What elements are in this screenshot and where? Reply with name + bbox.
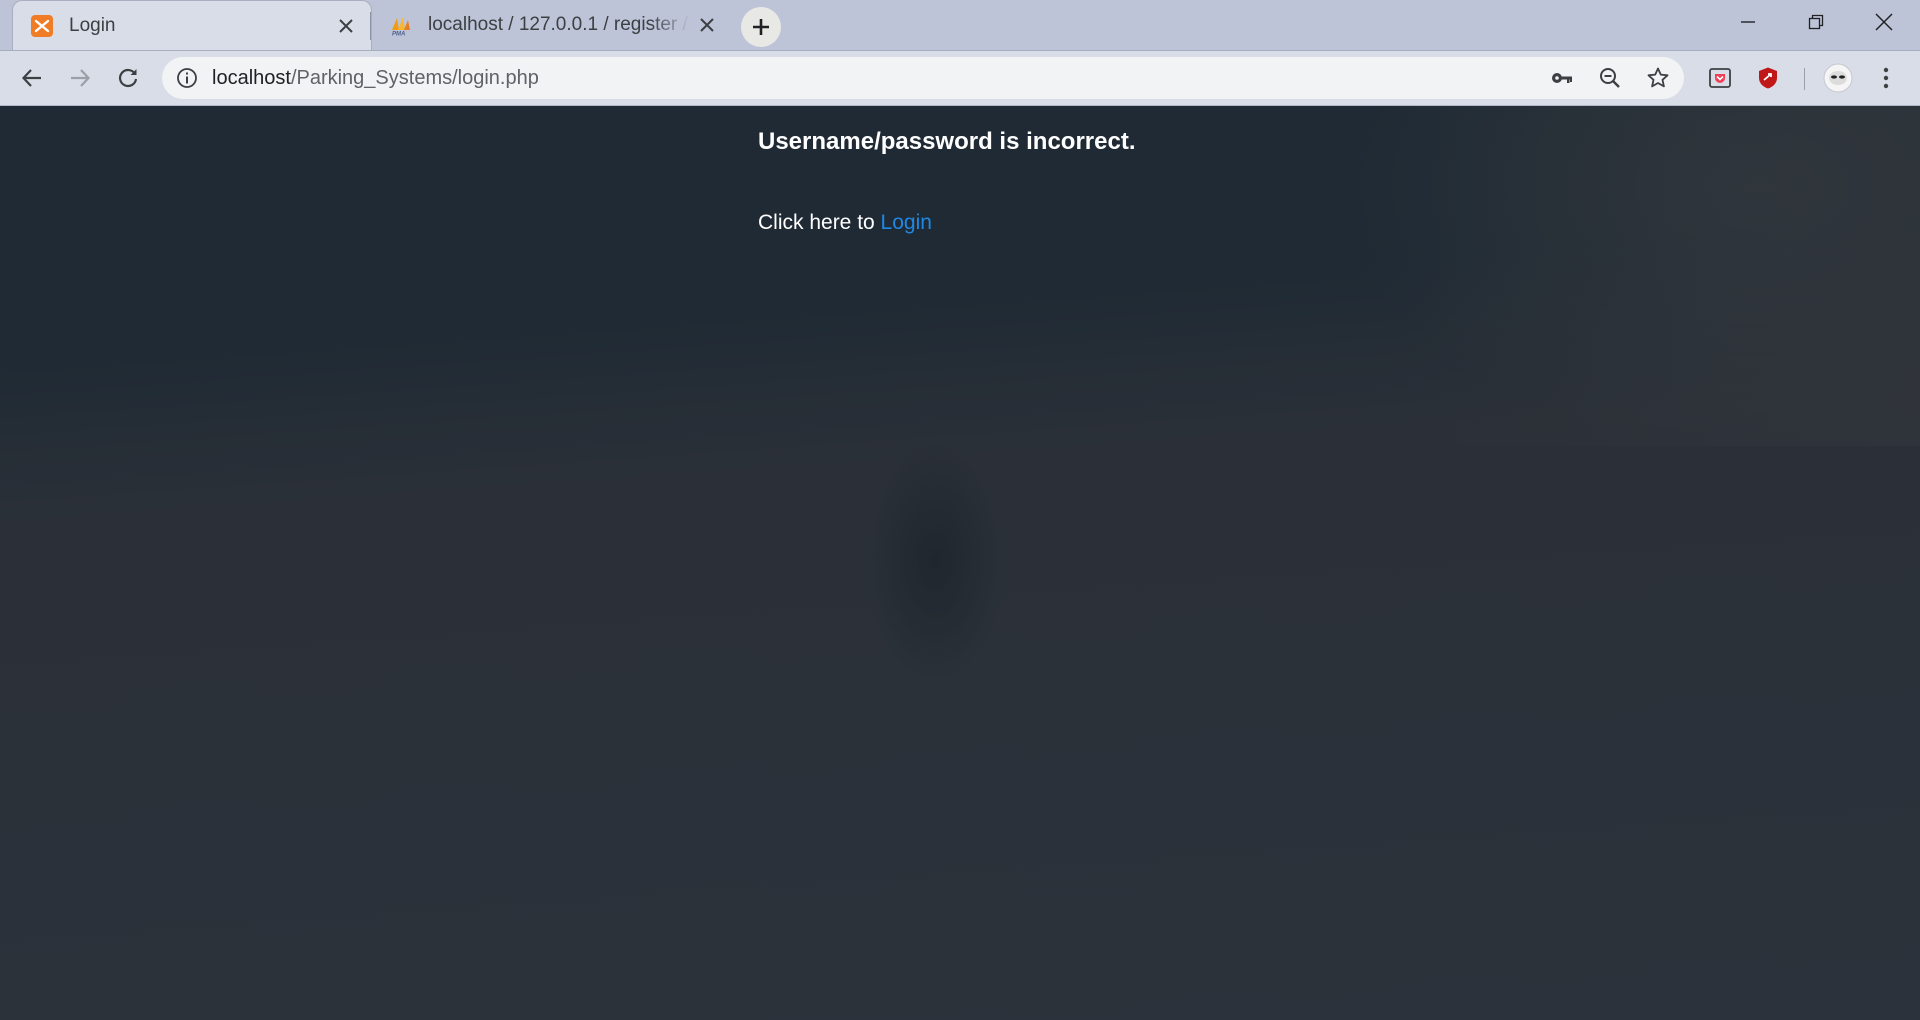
tab-divider [370, 12, 371, 40]
tab-phpmyadmin[interactable]: PMA localhost / 127.0.0.1 / register / u [372, 0, 732, 50]
menu-button[interactable] [1870, 62, 1902, 94]
info-icon[interactable] [176, 67, 198, 89]
restore-button[interactable] [1782, 0, 1850, 44]
back-button[interactable] [12, 58, 52, 98]
url-text[interactable]: localhost/Parking_Systems/login.php [212, 57, 539, 99]
star-icon[interactable] [1646, 66, 1670, 90]
login-prompt: Click here to Login [758, 211, 932, 235]
tab-title: Login [69, 14, 116, 36]
profile-button[interactable] [1822, 62, 1854, 94]
address-bar[interactable]: localhost/Parking_Systems/login.php [162, 57, 1684, 99]
tab-login[interactable]: Login [12, 0, 372, 50]
prompt-text: Click here to [758, 211, 881, 234]
new-tab-button[interactable] [741, 7, 781, 47]
error-message: Username/password is incorrect. [758, 128, 1136, 155]
reload-button[interactable] [108, 58, 148, 98]
forward-icon [71, 69, 91, 87]
tab-close-icon[interactable] [329, 9, 363, 43]
zoom-out-icon[interactable] [1598, 66, 1622, 90]
forward-button[interactable] [60, 58, 100, 98]
close-window-button[interactable] [1850, 0, 1918, 44]
svg-text:PMA: PMA [392, 32, 405, 37]
tab-strip: Login PMA localhost / 127.0.0.1 / regist… [0, 0, 1920, 51]
mcafee-extension[interactable] [1752, 62, 1784, 94]
reload-icon [118, 68, 138, 88]
phpmyadmin-icon: PMA [392, 17, 410, 37]
login-link[interactable]: Login [881, 211, 932, 234]
xampp-icon [31, 14, 53, 37]
page-viewport: Username/password is incorrect. Click he… [0, 106, 1920, 1020]
pocket-icon [1709, 68, 1731, 88]
tab-close-icon[interactable] [690, 8, 724, 42]
plus-icon [753, 19, 769, 35]
toolbar-separator [1804, 68, 1805, 90]
browser-toolbar: localhost/Parking_Systems/login.php [0, 51, 1920, 106]
profile-avatar-icon [1823, 63, 1853, 93]
key-icon[interactable] [1550, 66, 1574, 90]
url-path: /Parking_Systems/login.php [290, 67, 539, 89]
url-host: localhost [212, 67, 291, 89]
menu-icon [1883, 67, 1889, 89]
mcafee-icon [1759, 67, 1777, 89]
back-icon [21, 69, 41, 87]
minimize-button[interactable] [1714, 0, 1782, 44]
tab-title: localhost / 127.0.0.1 / register / u [428, 14, 690, 35]
minimize-icon [1741, 21, 1755, 23]
restore-icon [1808, 14, 1824, 30]
pocket-extension[interactable] [1704, 62, 1736, 94]
close-icon [1875, 13, 1893, 31]
